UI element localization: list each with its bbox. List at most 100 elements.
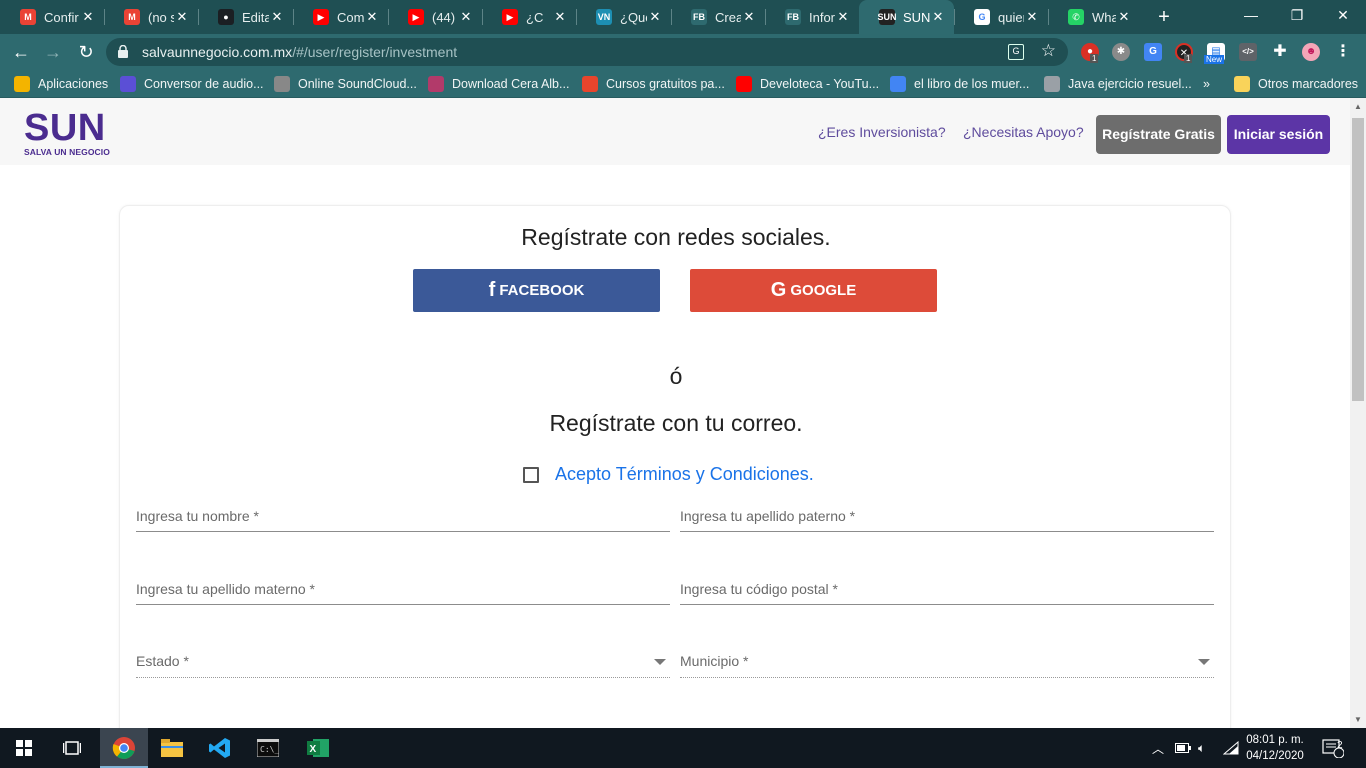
windows-taskbar: C:\_ X ︿ 🔈︎ 08:01 p. m. 04/12/2020 2 xyxy=(0,728,1366,768)
reload-button[interactable]: ↻ xyxy=(74,40,98,64)
other-bookmarks-folder[interactable]: Otros marcadores xyxy=(1234,75,1358,93)
system-clock[interactable]: 08:01 p. m. 04/12/2020 xyxy=(1242,732,1308,764)
sun-logo[interactable]: SUN SALVA UN NEGOCIO xyxy=(24,109,110,157)
browser-tab[interactable]: ✆ What✕ xyxy=(1048,0,1140,34)
bookmark-item[interactable]: Online SoundCloud... xyxy=(274,75,417,93)
close-tab-icon[interactable]: ✕ xyxy=(835,9,851,25)
file-explorer-icon[interactable] xyxy=(148,728,196,768)
profile-avatar[interactable]: ☻ xyxy=(1302,43,1320,61)
first-name-field[interactable] xyxy=(136,502,670,532)
close-tab-icon[interactable]: ✕ xyxy=(930,9,946,25)
back-button[interactable]: ← xyxy=(9,40,33,64)
bookmark-item[interactable]: Develoteca - YouTu... xyxy=(736,75,879,93)
close-tab-icon[interactable]: ✕ xyxy=(647,9,663,25)
close-tab-icon[interactable]: ✕ xyxy=(552,9,568,25)
terms-link[interactable]: Acepto Términos y Condiciones. xyxy=(555,464,814,485)
bookmark-item[interactable]: Conversor de audio... xyxy=(120,75,264,93)
investor-link[interactable]: ¿Eres Inversionista? xyxy=(818,124,946,140)
bookmark-label: Develoteca - YouTu... xyxy=(760,77,880,91)
bookmark-item[interactable]: Aplicaciones xyxy=(14,75,108,93)
browser-tab[interactable]: VN ¿Qué✕ xyxy=(576,0,671,34)
minimize-button[interactable]: — xyxy=(1228,0,1274,34)
excel-icon[interactable]: X xyxy=(294,728,342,768)
extension-new-badge: New xyxy=(1204,55,1225,64)
youtube-icon xyxy=(736,76,752,92)
browser-tab[interactable]: ● Editar✕ xyxy=(198,0,293,34)
terms-checkbox[interactable] xyxy=(523,466,539,483)
browser-tab[interactable]: ▶ ¿C ✕ xyxy=(482,0,576,34)
terminal-icon[interactable]: C:\_ xyxy=(244,728,292,768)
maternal-last-name-field[interactable] xyxy=(136,575,670,605)
translate-icon[interactable]: G xyxy=(1008,44,1024,60)
browser-tab[interactable]: FB Crear✕ xyxy=(671,0,765,34)
tab-title: Crear xyxy=(715,9,741,25)
maximize-button[interactable]: ❐ xyxy=(1274,0,1320,34)
gmail-icon: M xyxy=(124,9,140,25)
extensions-puzzle-icon[interactable]: ✚ xyxy=(1271,43,1289,61)
browser-tab[interactable]: ▶ Como✕ xyxy=(293,0,388,34)
paternal-last-name-input[interactable] xyxy=(680,502,1214,530)
start-icon[interactable] xyxy=(0,728,48,768)
devtools-ext-icon[interactable]: </> xyxy=(1239,43,1257,61)
support-link[interactable]: ¿Necesitas Apoyo? xyxy=(963,124,1084,140)
register-free-button[interactable]: Regístrate Gratis xyxy=(1096,115,1221,154)
browser-tab[interactable]: Gquien✕ xyxy=(954,0,1048,34)
vscode-icon[interactable] xyxy=(196,728,244,768)
chrome-icon[interactable] xyxy=(100,728,148,768)
bookmark-star-icon[interactable]: ☆ xyxy=(1041,41,1056,61)
close-tab-icon[interactable]: ✕ xyxy=(458,9,474,25)
task-view-icon[interactable] xyxy=(48,728,96,768)
close-tab-icon[interactable]: ✕ xyxy=(269,9,285,25)
browser-tab[interactable]: SUN SUN ✕ xyxy=(859,0,954,34)
close-tab-icon[interactable]: ✕ xyxy=(174,9,190,25)
municipality-select[interactable]: Municipio * xyxy=(680,648,1214,678)
chrome-menu-icon[interactable]: ⋮ xyxy=(1334,43,1352,61)
facebook-login-button[interactable]: f FACEBOOK xyxy=(413,269,660,312)
maternal-last-name-input[interactable] xyxy=(136,575,670,603)
google-login-button[interactable]: G GOOGLE xyxy=(690,269,937,312)
scrollbar-thumb[interactable] xyxy=(1352,118,1364,401)
scroll-up-icon[interactable]: ▲ xyxy=(1354,102,1362,111)
page-scrollbar[interactable]: ▲ ▼ xyxy=(1350,98,1366,728)
dropdown-arrow-icon xyxy=(1198,659,1210,665)
new-tab-button[interactable]: + xyxy=(1152,6,1176,28)
first-name-input[interactable] xyxy=(136,502,670,530)
close-tab-icon[interactable]: ✕ xyxy=(1116,9,1132,25)
postal-code-field[interactable] xyxy=(680,575,1214,605)
bookmark-item[interactable]: Java ejercicio resuel... xyxy=(1044,75,1192,93)
youtube-icon: ▶ xyxy=(502,9,518,25)
google-translate-ext-icon[interactable]: G xyxy=(1144,43,1162,61)
state-select-label: Estado * xyxy=(136,653,189,669)
browser-tab[interactable]: ▶ (44) C✕ xyxy=(388,0,482,34)
close-window-button[interactable]: ✕ xyxy=(1320,0,1366,34)
bookmarks-overflow-button[interactable]: » xyxy=(1203,75,1210,93)
register-card: Regístrate con redes sociales. f FACEBOO… xyxy=(119,205,1231,728)
battery-icon[interactable] xyxy=(1175,728,1191,768)
close-tab-icon[interactable]: ✕ xyxy=(741,9,757,25)
close-tab-icon[interactable]: ✕ xyxy=(80,9,96,25)
volume-icon[interactable]: 🔈︎ xyxy=(1198,728,1205,768)
browser-tab[interactable]: M Confir ✕ xyxy=(0,0,104,34)
close-tab-icon[interactable]: ✕ xyxy=(1024,9,1040,25)
wifi-icon[interactable] xyxy=(1223,728,1239,768)
bookmark-item[interactable]: el libro de los muer... xyxy=(890,75,1029,93)
extension-gray-icon[interactable]: ✱ xyxy=(1112,43,1130,61)
show-hidden-icons-icon[interactable]: ︿ xyxy=(1152,728,1164,768)
postal-code-input[interactable] xyxy=(680,575,1214,603)
scroll-down-icon[interactable]: ▼ xyxy=(1354,715,1362,724)
bookmark-item[interactable]: Cursos gratuitos pa... xyxy=(582,75,725,93)
extension-badge: 1 xyxy=(1184,54,1193,63)
notification-center-icon[interactable]: 2 xyxy=(1322,728,1344,768)
browser-tab[interactable]: FB Inform✕ xyxy=(765,0,859,34)
paternal-last-name-field[interactable] xyxy=(680,502,1214,532)
address-bar[interactable]: salvaunnegocio.com.mx/#/user/register/in… xyxy=(106,38,1068,66)
github-icon: ● xyxy=(218,9,234,25)
login-button[interactable]: Iniciar sesión xyxy=(1227,115,1330,154)
forward-button[interactable]: → xyxy=(41,40,65,64)
bookmark-label: el libro de los muer... xyxy=(914,77,1030,91)
bookmark-item[interactable]: Download Cera Alb... xyxy=(428,75,569,93)
state-select[interactable]: Estado * xyxy=(136,648,670,678)
bookmark-label: Download Cera Alb... xyxy=(452,77,570,91)
browser-tab[interactable]: M (no su✕ xyxy=(104,0,198,34)
close-tab-icon[interactable]: ✕ xyxy=(364,9,380,25)
